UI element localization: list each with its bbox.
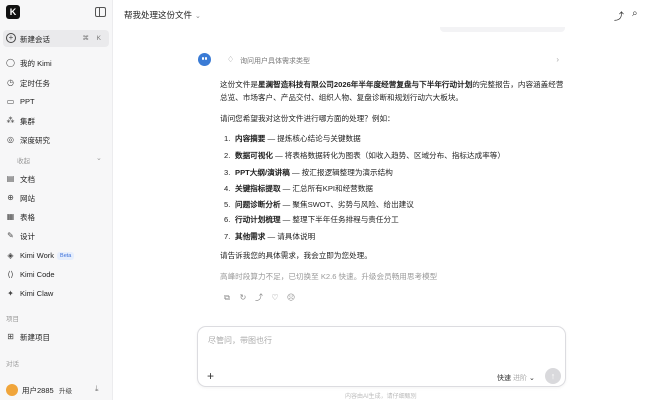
sidebar-collapse-icon[interactable]	[95, 7, 106, 17]
sidebar-item-document[interactable]: ▤ 文档	[3, 170, 109, 186]
sidebar-item-website[interactable]: ⊕ 网站	[3, 189, 109, 205]
lightbulb-icon: ♢	[227, 55, 235, 64]
beta-badge: Beta	[57, 252, 75, 260]
list-item: 6. 行动计划梳理 — 整理下半年任务排程与责任分工	[224, 215, 399, 224]
list-item: 7. 其他需求 — 请具体说明	[224, 232, 316, 241]
copy-icon[interactable]: ⧉	[222, 293, 232, 303]
kimi-logo[interactable]: K	[6, 5, 20, 19]
kimi-avatar-icon	[198, 53, 211, 66]
conversation-title[interactable]: 帮我处理这份文件 ⌄	[124, 9, 201, 21]
new-chat-shortcut: ⌘ K	[82, 35, 104, 42]
globe-icon: ⊕	[7, 193, 14, 202]
work-icon: ◈	[7, 251, 14, 260]
chevron-down-icon: ⌄	[195, 13, 201, 20]
projects-label: 项目	[6, 316, 19, 323]
chat-input[interactable]: 尽管问，带图也行	[208, 335, 272, 346]
download-icon[interactable]: ⤓	[95, 384, 99, 394]
new-chat-label: 新建会话	[20, 35, 50, 44]
sidebar-item-kimi-claw[interactable]: ✦ Kimi Claw	[3, 285, 109, 301]
add-attachment-icon[interactable]: +	[207, 370, 214, 382]
list-item: 3. PPT大纲/演讲稿 — 按汇报逻辑整理为演示结构	[224, 168, 393, 177]
clock-icon: ◷	[7, 78, 14, 87]
sidebar-item-my-kimi[interactable]: ◯ 我的 Kimi	[3, 54, 109, 70]
list-item: 5. 问题诊断分析 — 聚焦SWOT、劣势与风险、给出建议	[224, 200, 414, 209]
reply-question: 请问您希望我对这份文件进行哪方面的处理？例如：	[220, 114, 395, 123]
list-item: 4. 关键指标提取 — 汇总所有KPI和经营数据	[224, 184, 373, 193]
send-button[interactable]: ↑	[545, 368, 561, 384]
claw-icon: ✦	[7, 289, 14, 298]
user-profile[interactable]: 用户2885 升级 ⤓	[3, 382, 109, 398]
code-icon: ⟨⟩	[7, 270, 14, 279]
model-notice[interactable]: 高峰时段算力不足，已切换至 K2.6 快速。升级会员畅用思考模型	[220, 271, 437, 282]
avatar[interactable]	[6, 384, 18, 396]
thumbs-down-icon[interactable]: ☹	[286, 293, 296, 303]
history-label: 对话	[6, 361, 19, 368]
reply-closing: 请告诉我您的具体需求，我会立即为您处理。	[220, 251, 372, 260]
chevron-down-icon: ⌄	[528, 375, 535, 382]
sidebar-item-table[interactable]: ▦ 表格	[3, 208, 109, 224]
chat-input-box[interactable]: 尽管问，带图也行 + 快速 进阶 ⌄ ↑	[197, 326, 566, 387]
mode-selector[interactable]: 快速 进阶 ⌄	[497, 373, 535, 383]
new-chat-button[interactable]: + 新建会话 ⌘ K	[3, 30, 109, 47]
sidebar-item-cluster[interactable]: ⁂ 集群	[3, 112, 109, 128]
sidebar-item-kimi-code[interactable]: ⟨⟩ Kimi Code	[3, 266, 109, 282]
slides-icon: ▭	[6, 97, 15, 106]
table-icon: ▦	[6, 212, 15, 221]
group-collapse-label[interactable]: 收起	[17, 155, 30, 165]
circle-icon: ◯	[6, 58, 15, 67]
regenerate-icon[interactable]: ↻	[238, 293, 248, 303]
list-item: 2. 数据可视化 — 将表格数据转化为图表（如收入趋势、区域分布、指标达成率等）	[224, 151, 505, 160]
design-icon: ✎	[7, 231, 14, 240]
previous-message-edge	[440, 27, 565, 32]
share-icon[interactable]: ⤴	[614, 8, 624, 23]
chevron-right-icon: ›	[556, 55, 559, 64]
folder-plus-icon: ⊞	[7, 332, 14, 341]
cluster-icon: ⁂	[6, 116, 15, 125]
share-icon[interactable]: ⤴	[254, 293, 264, 303]
new-project-button[interactable]: ⊞ 新建项目	[3, 328, 109, 344]
reply-intro: 这份文件是星澜智造科技有限公司2026年半年度经营复盘与下半年行动计划的完整报告…	[220, 80, 564, 102]
sidebar-item-design[interactable]: ✎ 设计	[3, 227, 109, 243]
thinking-step[interactable]: ♢ 询问用户具体需求类型 ›	[220, 53, 565, 67]
thinking-label: 询问用户具体需求类型	[240, 58, 310, 65]
thumbs-up-icon[interactable]: ♡	[270, 293, 280, 303]
user-name: 用户2885	[22, 386, 54, 395]
chevron-down-icon[interactable]: ⌄	[96, 154, 102, 162]
sidebar-item-scheduled[interactable]: ◷ 定时任务	[3, 74, 109, 90]
upgrade-button[interactable]: 升级	[59, 385, 72, 395]
sidebar-item-research[interactable]: ◎ 深度研究	[3, 131, 109, 147]
sidebar: K + 新建会话 ⌘ K ◯ 我的 Kimi ◷ 定时任务 ▭ PPT ⁂ 集群…	[0, 0, 113, 400]
research-icon: ◎	[7, 135, 14, 144]
sidebar-item-ppt[interactable]: ▭ PPT	[3, 93, 109, 109]
ai-disclaimer: 内容由AI生成，请仔细甄别	[345, 394, 417, 400]
list-item: 1. 内容摘要 — 提炼核心结论与关键数据	[224, 134, 361, 143]
sidebar-item-kimi-work[interactable]: ◈ Kimi Work Beta	[3, 247, 109, 263]
attachment-icon[interactable]: ⌕	[632, 8, 638, 19]
document-icon: ▤	[6, 174, 15, 183]
plus-icon: +	[6, 33, 16, 43]
